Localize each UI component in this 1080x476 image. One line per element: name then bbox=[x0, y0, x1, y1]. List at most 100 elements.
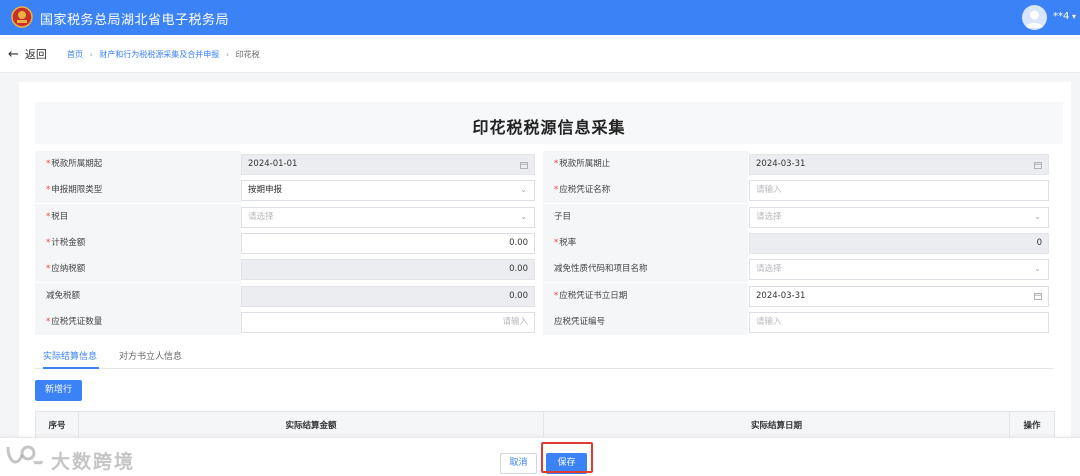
breadcrumb-home[interactable]: 首页 bbox=[67, 50, 83, 59]
breadcrumb-separator: › bbox=[225, 50, 230, 59]
field-placeholder: 请选择 bbox=[756, 264, 782, 275]
field-label: *税率 bbox=[543, 229, 748, 256]
field-label-text: 税款所属期起 bbox=[51, 159, 103, 169]
watermark-logo-icon bbox=[6, 445, 44, 465]
form-row: 减免税额 0.00 *应税凭证书立日期 2024-03-31 bbox=[35, 282, 1053, 309]
top-header: 国家税务总局湖北省电子税务局 **4 ▾ bbox=[0, 0, 1080, 35]
column-header-amount: 实际结算金额 bbox=[79, 412, 544, 440]
input-field: 0.00 bbox=[241, 285, 535, 307]
field-value: 2024-03-31 bbox=[756, 159, 806, 169]
field-placeholder: 请输入 bbox=[502, 316, 528, 327]
tax-emblem-icon bbox=[11, 6, 33, 28]
tab-actual-settlement[interactable]: 实际结算信息 bbox=[43, 349, 97, 362]
column-header-index: 序号 bbox=[36, 412, 79, 440]
field-label-text: 应税凭证数量 bbox=[51, 316, 103, 327]
field-label-text: 计税金额 bbox=[51, 237, 86, 248]
required-marker: * bbox=[554, 290, 559, 301]
field-label: *税款所属期起 bbox=[35, 151, 241, 177]
field-label: *应税凭证名称 bbox=[543, 177, 748, 204]
calendar-icon bbox=[520, 155, 528, 174]
chevron-down-icon: ⌄ bbox=[1034, 264, 1041, 274]
select-field[interactable]: 请选择 ⌄ bbox=[749, 259, 1049, 281]
field-label: *应纳税额 bbox=[35, 256, 241, 283]
required-marker: * bbox=[46, 185, 51, 196]
input-field[interactable]: 0.00 bbox=[241, 232, 535, 254]
required-marker: * bbox=[46, 316, 51, 327]
page-title: 印花税税源信息采集 bbox=[472, 118, 626, 137]
form-row: *计税金额 0.00 *税率 0 bbox=[35, 229, 1053, 256]
field-label: *计税金额 bbox=[35, 229, 241, 256]
required-marker: * bbox=[554, 185, 559, 196]
breadcrumb-separator: › bbox=[89, 50, 93, 59]
required-marker: * bbox=[46, 237, 51, 248]
field-label: *税目 bbox=[35, 203, 241, 230]
back-button[interactable]: ← 返回 bbox=[8, 46, 47, 62]
select-field[interactable]: 请选择 ⌄ bbox=[241, 206, 535, 228]
user-icon bbox=[1026, 10, 1043, 28]
select-field[interactable]: 按期申报 ⌄ bbox=[241, 180, 535, 202]
nav-bar: ← 返回 首页 › 财产和行为税税源采集及合并申报 › 印花税 bbox=[0, 35, 1080, 73]
field-value: 2024-03-31 bbox=[756, 290, 806, 301]
breadcrumb: 首页 › 财产和行为税税源采集及合并申报 › 印花税 bbox=[67, 49, 260, 60]
required-marker: * bbox=[554, 159, 559, 169]
input-field[interactable]: 请输入 bbox=[241, 311, 535, 333]
field-value: 按期申报 bbox=[248, 185, 283, 196]
field-label: *申报期限类型 bbox=[35, 177, 241, 204]
calendar-icon bbox=[1034, 287, 1042, 306]
form-row: *应税凭证数量 请输入 应税凭证编号 请输入 bbox=[35, 308, 1053, 335]
chevron-down-icon: ⌄ bbox=[520, 211, 527, 221]
field-label: *税款所属期止 bbox=[543, 151, 748, 177]
bottom-action-bar: 取消 保存 bbox=[0, 437, 1080, 476]
field-label-text: 应税凭证书立日期 bbox=[559, 290, 628, 301]
required-marker: * bbox=[46, 264, 51, 275]
calendar-icon bbox=[1034, 155, 1042, 174]
field-label-text: 应税凭证名称 bbox=[559, 185, 611, 196]
add-row-button[interactable]: 新增行 bbox=[35, 380, 82, 401]
chevron-down-icon: ⌄ bbox=[520, 185, 527, 195]
date-field: 2024-03-31 bbox=[749, 154, 1049, 175]
select-field[interactable]: 请选择 ⌄ bbox=[749, 206, 1049, 228]
field-label-text: 税目 bbox=[51, 211, 69, 222]
field-value: 0.00 bbox=[509, 264, 528, 275]
breadcrumb-property-tax[interactable]: 财产和行为税税源采集及合并申报 bbox=[99, 50, 219, 59]
tab-counterparty[interactable]: 对方书立人信息 bbox=[119, 349, 182, 362]
cancel-button[interactable]: 取消 bbox=[500, 453, 537, 474]
required-marker: * bbox=[46, 211, 51, 222]
watermark-text: 大数跨境 bbox=[51, 451, 136, 473]
field-placeholder: 请输入 bbox=[756, 185, 782, 196]
site-title: 国家税务总局湖北省电子税务局 bbox=[40, 13, 230, 28]
back-label: 返回 bbox=[24, 48, 47, 61]
breadcrumb-current: 印花税 bbox=[235, 50, 260, 59]
input-field[interactable]: 请输入 bbox=[749, 180, 1049, 202]
back-arrow-icon: ← bbox=[8, 47, 19, 62]
field-label-text: 申报期限类型 bbox=[51, 185, 103, 196]
active-tab-indicator bbox=[43, 367, 99, 369]
date-field[interactable]: 2024-03-31 bbox=[749, 285, 1049, 307]
chevron-down-icon: ⌄ bbox=[1034, 211, 1041, 221]
user-avatar[interactable] bbox=[1022, 5, 1047, 30]
field-label: 减免税额 bbox=[35, 282, 241, 309]
save-button-highlight bbox=[541, 442, 593, 473]
field-label-text: 减免税额 bbox=[46, 290, 81, 301]
form-row: *应纳税额 0.00 减免性质代码和项目名称 请选择 ⌄ bbox=[35, 256, 1053, 283]
watermark: 大数跨境 bbox=[4, 443, 133, 473]
date-field: 2024-01-01 bbox=[241, 154, 535, 175]
field-label-text: 税款所属期止 bbox=[559, 159, 611, 169]
field-value: 0.00 bbox=[509, 290, 528, 301]
required-marker: * bbox=[554, 237, 559, 248]
field-label: *应税凭证书立日期 bbox=[543, 282, 748, 309]
title-band: 印花税税源信息采集 bbox=[35, 102, 1063, 144]
form-row: *税款所属期起 2024-01-01 *税款所属期止 2024-03-31 bbox=[35, 151, 1053, 177]
field-label-text: 应税凭证编号 bbox=[554, 316, 606, 327]
user-menu-caret-icon[interactable]: ▾ bbox=[1072, 12, 1076, 21]
tab-bar: 实际结算信息 对方书立人信息 bbox=[35, 343, 1053, 369]
user-name[interactable]: **4 bbox=[1053, 11, 1069, 22]
field-value: 2024-01-01 bbox=[248, 159, 298, 169]
field-label-text: 子目 bbox=[554, 211, 572, 222]
required-marker: * bbox=[46, 159, 51, 169]
column-header-actions: 操作 bbox=[1023, 421, 1041, 431]
input-field[interactable]: 请输入 bbox=[749, 311, 1049, 333]
field-placeholder: 请选择 bbox=[756, 211, 782, 222]
input-field: 0 bbox=[749, 232, 1049, 254]
field-label: 子目 bbox=[543, 203, 748, 230]
